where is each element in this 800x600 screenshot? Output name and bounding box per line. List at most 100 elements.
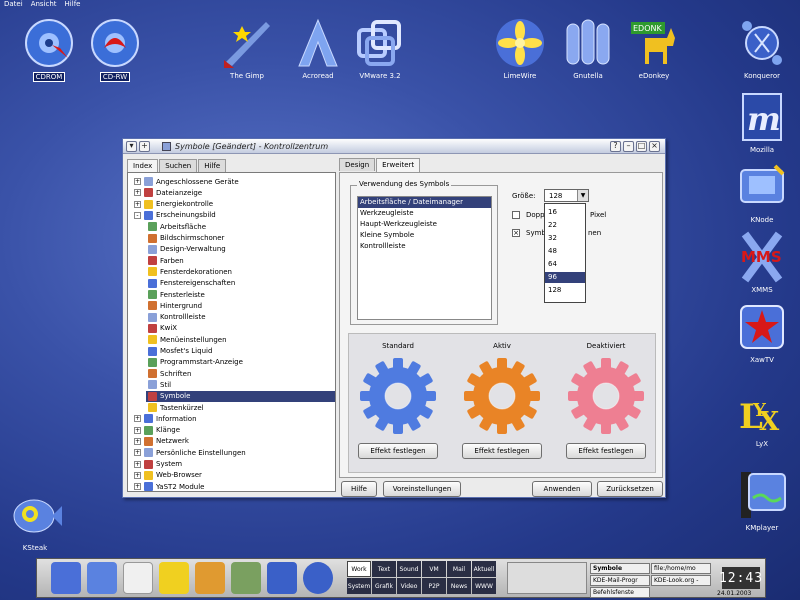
tree-item[interactable]: Tastenkürzel [128, 402, 204, 413]
tree-item[interactable]: Design-Verwaltung [128, 244, 226, 255]
sticky-button[interactable]: + [139, 140, 150, 152]
tree-item[interactable]: + Klänge [128, 425, 180, 436]
desktop-icon-cdrw[interactable]: CD-RW [80, 16, 150, 82]
tree-item[interactable]: Farben [128, 255, 184, 266]
list-item[interactable]: Haupt-Werkzeugleiste [358, 219, 491, 230]
close-button[interactable]: × [649, 140, 660, 152]
checkbox-animate[interactable]: × [512, 229, 520, 237]
tree-item[interactable]: Schriften [128, 368, 191, 379]
tree-item[interactable]: Symbole [146, 390, 335, 402]
reset-button[interactable]: Zurücksetzen [597, 481, 663, 497]
list-item[interactable]: Kleine Symbole [358, 230, 491, 241]
pager-desktop[interactable]: News [447, 578, 471, 594]
home-icon[interactable] [267, 562, 297, 594]
pager-desktop[interactable]: System [347, 578, 371, 594]
collapse-icon[interactable]: - [134, 211, 141, 219]
list-item[interactable]: Werkzeugleiste [358, 208, 491, 219]
pager-desktop[interactable]: Work [347, 561, 371, 577]
taskbar-task[interactable]: Befehlsfenste [590, 587, 650, 598]
size-option[interactable]: 32 [545, 233, 585, 244]
desktop-icon-cdrom[interactable]: CDROM [14, 16, 84, 82]
window-menu-button[interactable]: ▾ [126, 140, 137, 152]
size-option[interactable]: 96 [545, 272, 585, 283]
effect-button[interactable]: Effekt festlegen [462, 443, 542, 459]
tree-item[interactable]: Hintergrund [128, 300, 202, 311]
size-option[interactable]: 64 [545, 259, 585, 270]
desktop-icon-knode[interactable]: KNode [727, 160, 797, 224]
tree-item[interactable]: + Information [128, 413, 197, 424]
expand-icon[interactable]: + [134, 449, 141, 457]
kmenu-gear-icon[interactable] [51, 562, 81, 594]
expand-icon[interactable]: + [134, 460, 141, 468]
desktop-icon-lyx[interactable]: LXY LyX [727, 384, 797, 448]
kde-k-icon[interactable] [87, 562, 117, 594]
defaults-button[interactable]: Voreinstellungen [383, 481, 461, 497]
desktop-icon-gnutella[interactable]: Gnutella [553, 16, 623, 80]
size-select[interactable]: 128 ▼ [544, 189, 589, 202]
desktop-icon-acroread[interactable]: Acroread [283, 16, 353, 80]
expand-icon[interactable]: + [134, 415, 141, 423]
menu-hilfe[interactable]: Hilfe [64, 0, 82, 10]
pager-desktop[interactable]: WWW [472, 578, 496, 594]
tree-item[interactable]: + Energiekontrolle [128, 199, 213, 210]
desktop-icon-ksteak[interactable]: KSteak [0, 488, 70, 552]
pager-desktop[interactable]: Grafik [372, 578, 396, 594]
tree-item[interactable]: Stil [128, 379, 171, 390]
taskbar-task[interactable]: KDE-Look.org - [651, 575, 711, 586]
tree-item[interactable]: Kontrollleiste [128, 312, 206, 323]
pager-desktop[interactable]: Video [397, 578, 421, 594]
editor-icon[interactable] [231, 562, 261, 594]
expand-icon[interactable]: + [134, 471, 141, 479]
tree-item[interactable]: Fensterleiste [128, 289, 205, 300]
desktop-icon-mozilla[interactable]: m Mozilla [727, 90, 797, 154]
tree-item[interactable]: Fenstereigenschaften [128, 278, 235, 289]
terminal-icon[interactable] [195, 562, 225, 594]
size-option[interactable]: 16 [545, 207, 585, 218]
tux-icon[interactable] [123, 562, 153, 594]
apply-button[interactable]: Anwenden [532, 481, 592, 497]
size-option[interactable]: 48 [545, 246, 585, 257]
taskbar-task[interactable]: Symbole [590, 563, 650, 574]
desktop-icon-limewire[interactable]: LimeWire [485, 16, 555, 80]
tab-index[interactable]: Index [127, 159, 159, 173]
pager-desktop[interactable]: P2P [422, 578, 446, 594]
expand-icon[interactable]: + [134, 178, 141, 185]
taskbar-task[interactable]: file:/home/mo [651, 563, 711, 574]
expand-icon[interactable]: + [134, 200, 141, 208]
pager-desktop[interactable]: VM [422, 561, 446, 577]
tab-suchen[interactable]: Suchen [159, 159, 198, 172]
tree-item[interactable]: + System [128, 459, 182, 470]
menu-datei[interactable]: Datei [3, 0, 24, 10]
window-titlebar[interactable]: ▾ + Symbole [Geändert] - Kontrollzentrum… [123, 139, 665, 154]
list-item[interactable]: Arbeitsfläche / Dateimanager [358, 197, 491, 208]
list-item[interactable]: Kontrollleiste [358, 241, 491, 252]
help-context-button[interactable]: ? [610, 140, 621, 152]
tree-item[interactable]: - Erscheinungsbild [128, 210, 216, 221]
pager-desktop[interactable]: Aktuell [472, 561, 496, 577]
size-option[interactable]: 128 [545, 285, 585, 296]
tree-item[interactable]: Programmstart-Anzeige [128, 357, 243, 368]
tree-item[interactable]: + Angeschlossene Geräte [128, 176, 239, 187]
expand-icon[interactable]: + [134, 426, 141, 434]
desktop-icon-xmms[interactable]: MMS XMMS [727, 230, 797, 294]
checkbox-double-size[interactable] [512, 211, 520, 219]
tree-item[interactable]: + YaST2 Module [128, 481, 204, 492]
tab-erweitert[interactable]: Erweitert [376, 158, 421, 172]
desktop-icon-edonkey[interactable]: EDONK eDonkey [619, 16, 689, 80]
help-button[interactable]: Hilfe [341, 481, 377, 497]
pager-desktop[interactable]: Sound [397, 561, 421, 577]
globe-icon[interactable] [303, 562, 333, 594]
menu-ansicht[interactable]: Ansicht [30, 0, 58, 10]
effect-button[interactable]: Effekt festlegen [358, 443, 438, 459]
tree-item[interactable]: Arbeitsfläche [128, 221, 206, 232]
desktop-icon-kmplayer[interactable]: KMplayer [727, 468, 797, 532]
pager-desktop[interactable]: Mail [447, 561, 471, 577]
tree-item[interactable]: Menüeinstellungen [128, 334, 227, 345]
tree-item[interactable]: + Web-Browser [128, 470, 202, 481]
size-option[interactable]: 22 [545, 220, 585, 231]
tree-item[interactable]: KwiX [128, 323, 177, 334]
desktop-icon-vmware[interactable]: VMware 3.2 [345, 16, 415, 80]
tree-item[interactable]: Fensterdekorationen [128, 266, 232, 277]
tab-design[interactable]: Design [339, 158, 376, 171]
desktop-icon-konqueror[interactable]: Konqueror [727, 16, 797, 80]
